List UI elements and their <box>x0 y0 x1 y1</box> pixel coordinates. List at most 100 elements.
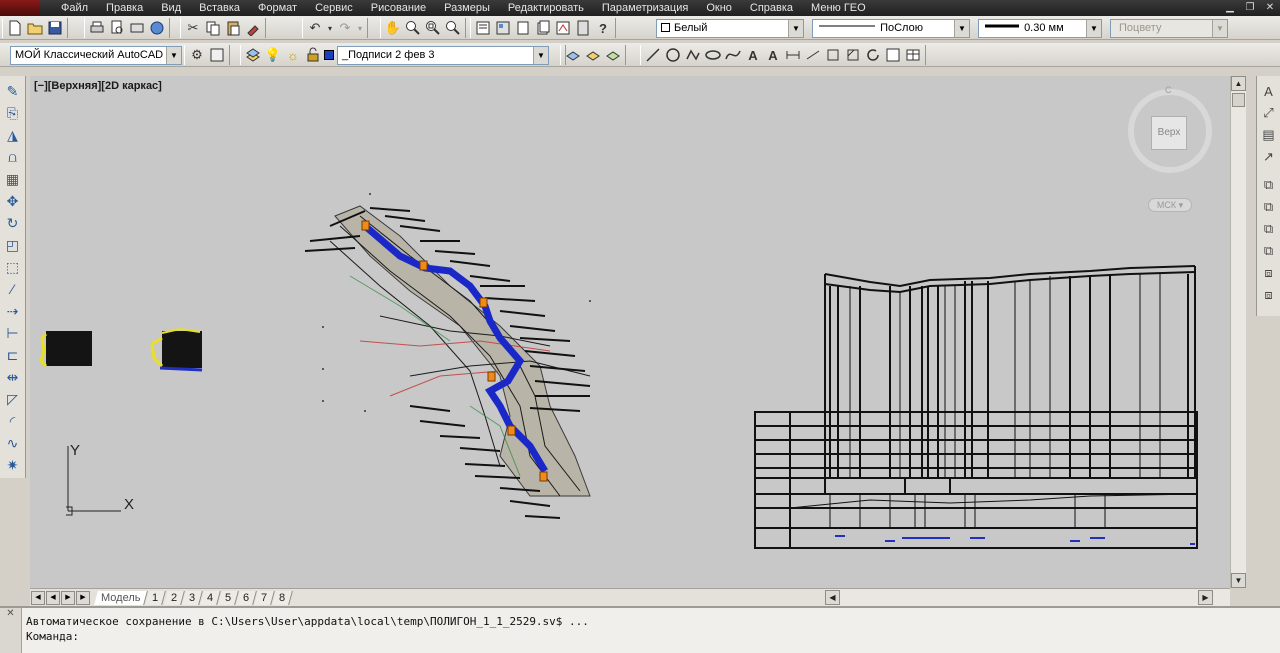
menu-draw[interactable]: Рисование <box>362 2 435 14</box>
chevron-down-icon[interactable]: ▼ <box>954 20 969 37</box>
vertical-scroll-thumb[interactable] <box>1232 93 1245 107</box>
offset-icon[interactable]: ⩍ <box>3 146 23 168</box>
menu-geo[interactable]: Меню ГЕО <box>802 2 875 14</box>
zoom-previous-icon[interactable] <box>443 18 463 38</box>
app-logo[interactable] <box>0 0 40 16</box>
command-line-grip[interactable]: ✕ <box>0 608 22 653</box>
menu-format[interactable]: Формат <box>249 2 306 14</box>
layer-states-icon[interactable] <box>603 45 623 65</box>
send-under-icon[interactable]: ⧉ <box>1259 240 1279 262</box>
move-icon[interactable]: ✥ <box>3 190 23 212</box>
extend-icon[interactable]: ⇢ <box>3 300 23 322</box>
vertical-scrollbar[interactable]: ▲ ▼ <box>1230 76 1246 588</box>
properties-icon[interactable] <box>473 18 493 38</box>
text-icon[interactable]: A <box>743 45 763 65</box>
scale-icon[interactable]: ◰ <box>3 234 23 256</box>
break-icon[interactable]: ⊏ <box>3 344 23 366</box>
paste-icon[interactable] <box>223 18 243 38</box>
tab-layout-8[interactable]: 8 <box>272 590 294 605</box>
chevron-down-icon[interactable]: ▼ <box>1086 20 1101 37</box>
horizontal-scrollbar[interactable]: ◀ ▶ <box>825 588 1230 606</box>
scroll-up-icon[interactable]: ▲ <box>1231 76 1246 91</box>
longitudinal-profile[interactable] <box>754 265 1198 549</box>
dim-style-icon[interactable]: ⤢ <box>1259 102 1279 124</box>
block-icon[interactable] <box>823 45 843 65</box>
markup-icon[interactable] <box>553 18 573 38</box>
blend-icon[interactable]: ∿ <box>3 432 23 454</box>
workspace-combo[interactable]: МОЙ Классический AutoCAD ▼ <box>10 46 182 65</box>
drawing-canvas[interactable] <box>30 76 1230 588</box>
survey-plan[interactable] <box>304 193 591 519</box>
hatch-icon[interactable] <box>843 45 863 65</box>
match-properties-icon[interactable] <box>243 18 263 38</box>
region-icon[interactable] <box>883 45 903 65</box>
mirror-icon[interactable]: ◮ <box>3 124 23 146</box>
command-prompt[interactable]: Команда: <box>26 630 79 643</box>
erase-icon[interactable]: ✎ <box>3 80 23 102</box>
redo-dropdown-icon[interactable]: ▾ <box>355 18 365 38</box>
save-icon[interactable] <box>45 18 65 38</box>
zoom-realtime-icon[interactable] <box>403 18 423 38</box>
qnew-icon[interactable] <box>5 18 25 38</box>
table-style-icon[interactable]: ▤ <box>1259 124 1279 146</box>
menu-help[interactable]: Справка <box>741 2 802 14</box>
preview-icon[interactable] <box>107 18 127 38</box>
rotate-icon[interactable] <box>863 45 883 65</box>
draw-order-front-icon[interactable]: ⧉ <box>1259 174 1279 196</box>
scroll-left-icon[interactable]: ◀ <box>825 590 840 605</box>
viewcube[interactable]: С Верх <box>1125 85 1215 176</box>
table-icon[interactable] <box>903 45 923 65</box>
circle-icon[interactable] <box>663 45 683 65</box>
sheet-set-icon[interactable] <box>533 18 553 38</box>
fillet-icon[interactable]: ◜ <box>3 410 23 432</box>
tool-palettes-icon[interactable] <box>513 18 533 38</box>
copy-icon[interactable] <box>203 18 223 38</box>
pan-icon[interactable]: ✋ <box>383 18 403 38</box>
layer-combo[interactable]: _Подписи 2 фев 3 ▼ <box>337 45 549 65</box>
menu-tools[interactable]: Сервис <box>306 2 362 14</box>
polyline-icon[interactable] <box>683 45 703 65</box>
undo-icon[interactable]: ↶ <box>305 18 325 38</box>
tab-model[interactable]: Модель <box>94 590 149 605</box>
trim-icon[interactable]: ⁄ <box>3 278 23 300</box>
layer-freeze-icon[interactable]: ☼ <box>283 45 303 65</box>
design-center-icon[interactable] <box>493 18 513 38</box>
last-tab-icon[interactable]: ▶ <box>76 590 90 605</box>
calculator-icon[interactable] <box>573 18 593 38</box>
layer-lock-icon[interactable] <box>303 45 323 65</box>
minimize-icon[interactable]: ▁ <box>1220 0 1240 16</box>
scroll-right-icon[interactable]: ▶ <box>1198 590 1213 605</box>
multileader-style-icon[interactable]: ↗ <box>1259 146 1279 168</box>
lineweight-combo[interactable]: 0.30 мм ▼ <box>978 19 1102 38</box>
layer-properties-icon[interactable] <box>243 45 263 65</box>
block-object-left[interactable] <box>39 331 92 368</box>
hatch-back-icon[interactable]: ⧈ <box>1259 284 1279 306</box>
aligned-dimension-icon[interactable] <box>803 45 823 65</box>
close-icon[interactable]: ✕ <box>6 608 14 619</box>
explode-icon[interactable]: ✷ <box>3 454 23 476</box>
viewport-controls-label[interactable]: [−][Верхняя][2D каркас] <box>34 80 162 92</box>
undo-dropdown-icon[interactable]: ▾ <box>325 18 335 38</box>
menu-dimension[interactable]: Размеры <box>435 2 499 14</box>
close-icon[interactable]: ✕ <box>1260 0 1280 16</box>
publish-icon[interactable] <box>127 18 147 38</box>
menu-view[interactable]: Вид <box>152 2 190 14</box>
dimension-icon[interactable] <box>783 45 803 65</box>
spline-icon[interactable] <box>723 45 743 65</box>
array-icon[interactable]: ▦ <box>3 168 23 190</box>
workspace-save-icon[interactable] <box>207 45 227 65</box>
model-viewport[interactable]: [−][Верхняя][2D каркас] С Верх МСК ▾ Y X <box>30 76 1230 588</box>
workspace-settings-icon[interactable]: ⚙ <box>187 45 207 65</box>
ucs-menu-button[interactable]: МСК ▾ <box>1148 198 1192 212</box>
help-icon[interactable]: ? <box>593 18 613 38</box>
chevron-down-icon[interactable]: ▼ <box>788 20 803 37</box>
chevron-down-icon[interactable]: ▼ <box>166 47 181 64</box>
color-combo[interactable]: Белый ▼ <box>656 19 804 38</box>
3d-dwf-icon[interactable] <box>147 18 167 38</box>
next-tab-icon[interactable]: ▶ <box>61 590 75 605</box>
menu-parametric[interactable]: Параметризация <box>593 2 697 14</box>
bring-above-icon[interactable]: ⧉ <box>1259 218 1279 240</box>
block-object-right[interactable] <box>150 327 203 372</box>
linetype-combo[interactable]: ПоСлою ▼ <box>812 19 970 38</box>
redo-icon[interactable]: ↷ <box>335 18 355 38</box>
